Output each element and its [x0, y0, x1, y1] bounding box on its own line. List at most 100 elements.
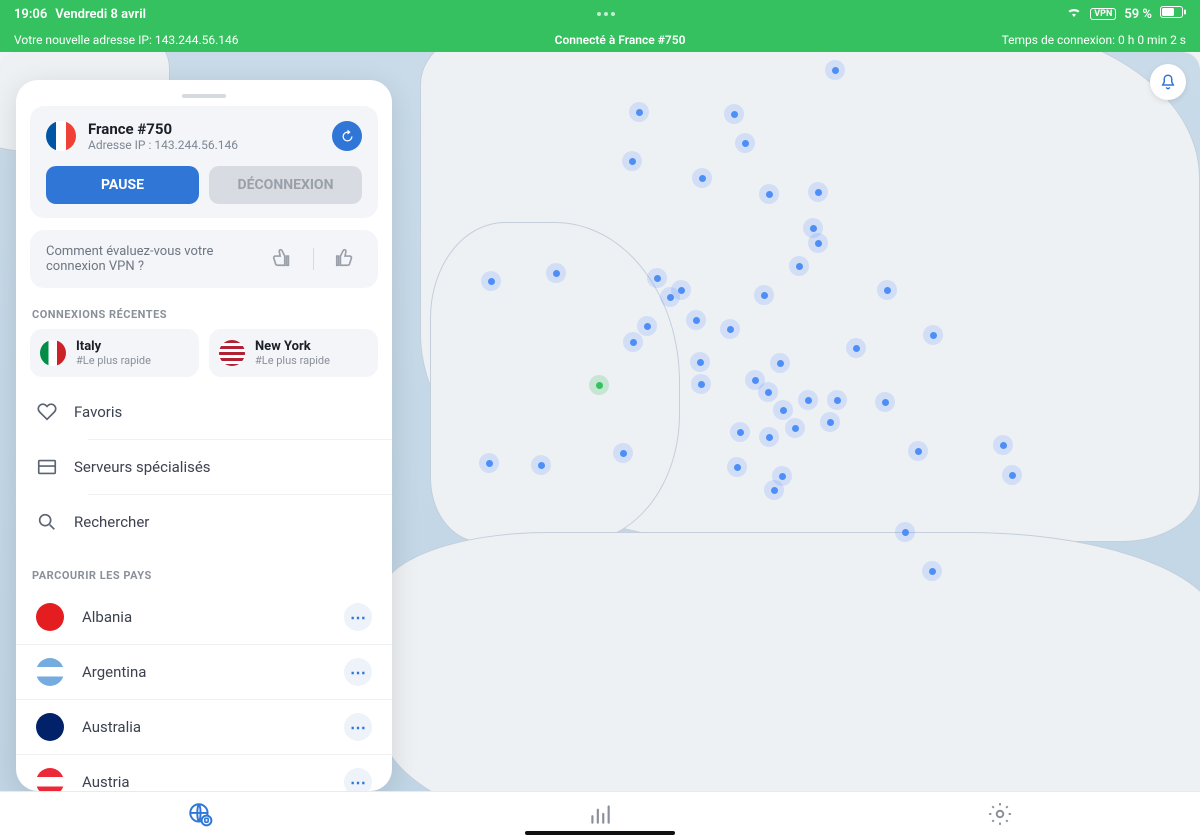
- drag-handle[interactable]: [182, 94, 226, 98]
- server-location-dot[interactable]: [770, 353, 790, 373]
- flag-australia-icon: [36, 713, 64, 741]
- server-location-dot[interactable]: [671, 280, 691, 300]
- tab-globe[interactable]: [187, 801, 213, 831]
- country-options-button[interactable]: ⋯: [344, 658, 372, 686]
- battery-percent: 59 %: [1124, 7, 1152, 22]
- server-location-dot[interactable]: [922, 561, 942, 581]
- tab-settings[interactable]: [987, 801, 1013, 831]
- server-name: France #750: [88, 120, 238, 138]
- flag-austria-icon: [36, 768, 64, 791]
- server-location-dot[interactable]: [758, 382, 778, 402]
- server-location-dot[interactable]: [531, 455, 551, 475]
- tab-stats[interactable]: [587, 801, 613, 831]
- server-location-dot[interactable]: [908, 441, 928, 461]
- country-item-australia[interactable]: Australia ⋯: [16, 699, 392, 754]
- server-location-dot[interactable]: [647, 268, 667, 288]
- server-icon: [36, 456, 58, 478]
- server-location-dot[interactable]: [754, 285, 774, 305]
- country-list[interactable]: Albania ⋯ Argentina ⋯ Australia ⋯ Austri…: [16, 590, 392, 791]
- date: Vendredi 8 avril: [55, 7, 146, 22]
- refresh-button[interactable]: [332, 121, 362, 151]
- recent-connection-italy[interactable]: Italy#Le plus rapide: [30, 329, 199, 377]
- server-location-dot[interactable]: [686, 310, 706, 330]
- server-location-dot[interactable]: [923, 325, 943, 345]
- server-location-dot[interactable]: [759, 184, 779, 204]
- search-menu-item[interactable]: Rechercher: [88, 494, 392, 549]
- server-location-dot[interactable]: [637, 316, 657, 336]
- country-options-button[interactable]: ⋯: [344, 768, 372, 791]
- favorites-menu-item[interactable]: Favoris: [16, 385, 392, 439]
- server-location-dot[interactable]: [808, 233, 828, 253]
- server-location-dot[interactable]: [727, 457, 747, 477]
- flag-argentina-icon: [36, 658, 64, 686]
- server-location-dot[interactable]: [764, 480, 784, 500]
- server-location-dot[interactable]: [895, 522, 915, 542]
- bottom-tab-bar: [0, 791, 1200, 839]
- recent-section-label: CONNEXIONS RÉCENTES: [32, 308, 376, 321]
- clock: 19:06: [14, 7, 47, 22]
- recent-sub: #Le plus rapide: [255, 354, 330, 367]
- server-location-dot[interactable]: [481, 271, 501, 291]
- notifications-button[interactable]: [1150, 64, 1186, 100]
- server-location-dot[interactable]: [993, 435, 1013, 455]
- server-location-dot[interactable]: [629, 102, 649, 122]
- recent-name: New York: [255, 339, 330, 354]
- country-item-albania[interactable]: Albania ⋯: [16, 590, 392, 644]
- server-location-dot[interactable]: [690, 352, 710, 372]
- flag-usa-icon: [219, 340, 245, 366]
- server-location-dot[interactable]: [692, 168, 712, 188]
- thumbs-down-button[interactable]: [265, 246, 299, 272]
- server-location-dot[interactable]: [808, 182, 828, 202]
- server-location-dot[interactable]: [613, 443, 633, 463]
- connection-duration-label: Temps de connexion: 0 h 0 min 2 s: [1002, 33, 1186, 47]
- server-location-dot[interactable]: [720, 319, 740, 339]
- server-location-dot[interactable]: [875, 392, 895, 412]
- country-item-argentina[interactable]: Argentina ⋯: [16, 644, 392, 699]
- rating-card: Comment évaluez-vous votre connexion VPN…: [30, 230, 378, 288]
- recent-sub: #Le plus rapide: [76, 354, 151, 367]
- flag-italy-icon: [40, 340, 66, 366]
- server-location-dot[interactable]: [724, 104, 744, 124]
- recent-name: Italy: [76, 339, 151, 354]
- server-location-dot[interactable]: [1002, 465, 1022, 485]
- pause-button[interactable]: PAUSE: [46, 166, 199, 204]
- wifi-icon: [1066, 6, 1082, 22]
- server-location-dot[interactable]: [827, 390, 847, 410]
- recent-connection-newyork[interactable]: New York#Le plus rapide: [209, 329, 378, 377]
- vpn-badge: VPN: [1090, 8, 1116, 20]
- server-location-dot[interactable]: [825, 60, 845, 80]
- side-panel: France #750 Adresse IP : 143.244.56.146 …: [16, 80, 392, 791]
- server-ip: Adresse IP : 143.244.56.146: [88, 138, 238, 152]
- server-location-dot-active[interactable]: [589, 375, 609, 395]
- country-name: Austria: [82, 773, 326, 791]
- server-location-dot[interactable]: [735, 133, 755, 153]
- server-location-dot[interactable]: [546, 263, 566, 283]
- server-location-dot[interactable]: [820, 412, 840, 432]
- home-indicator[interactable]: [525, 831, 675, 835]
- server-location-dot[interactable]: [623, 332, 643, 352]
- server-location-dot[interactable]: [773, 400, 793, 420]
- disconnect-button[interactable]: DÉCONNEXION: [209, 166, 362, 204]
- country-options-button[interactable]: ⋯: [344, 713, 372, 741]
- country-name: Albania: [82, 608, 326, 626]
- country-name: Australia: [82, 718, 326, 736]
- country-item-austria[interactable]: Austria ⋯: [16, 754, 392, 791]
- server-location-dot[interactable]: [691, 374, 711, 394]
- server-location-dot[interactable]: [759, 427, 779, 447]
- server-location-dot[interactable]: [785, 418, 805, 438]
- flag-albania-icon: [36, 603, 64, 631]
- flag-france-icon: [46, 121, 76, 151]
- server-location-dot[interactable]: [622, 151, 642, 171]
- server-location-dot[interactable]: [798, 390, 818, 410]
- server-location-dot[interactable]: [846, 338, 866, 358]
- server-location-dot[interactable]: [877, 280, 897, 300]
- menu-label: Rechercher: [74, 513, 149, 531]
- menu-label: Favoris: [74, 403, 122, 421]
- thumbs-up-button[interactable]: [328, 246, 362, 272]
- server-location-dot[interactable]: [789, 256, 809, 276]
- server-location-dot[interactable]: [730, 422, 750, 442]
- specialty-servers-menu-item[interactable]: Serveurs spécialisés: [88, 439, 392, 494]
- connection-card: France #750 Adresse IP : 143.244.56.146 …: [30, 106, 378, 218]
- server-location-dot[interactable]: [479, 453, 499, 473]
- country-options-button[interactable]: ⋯: [344, 603, 372, 631]
